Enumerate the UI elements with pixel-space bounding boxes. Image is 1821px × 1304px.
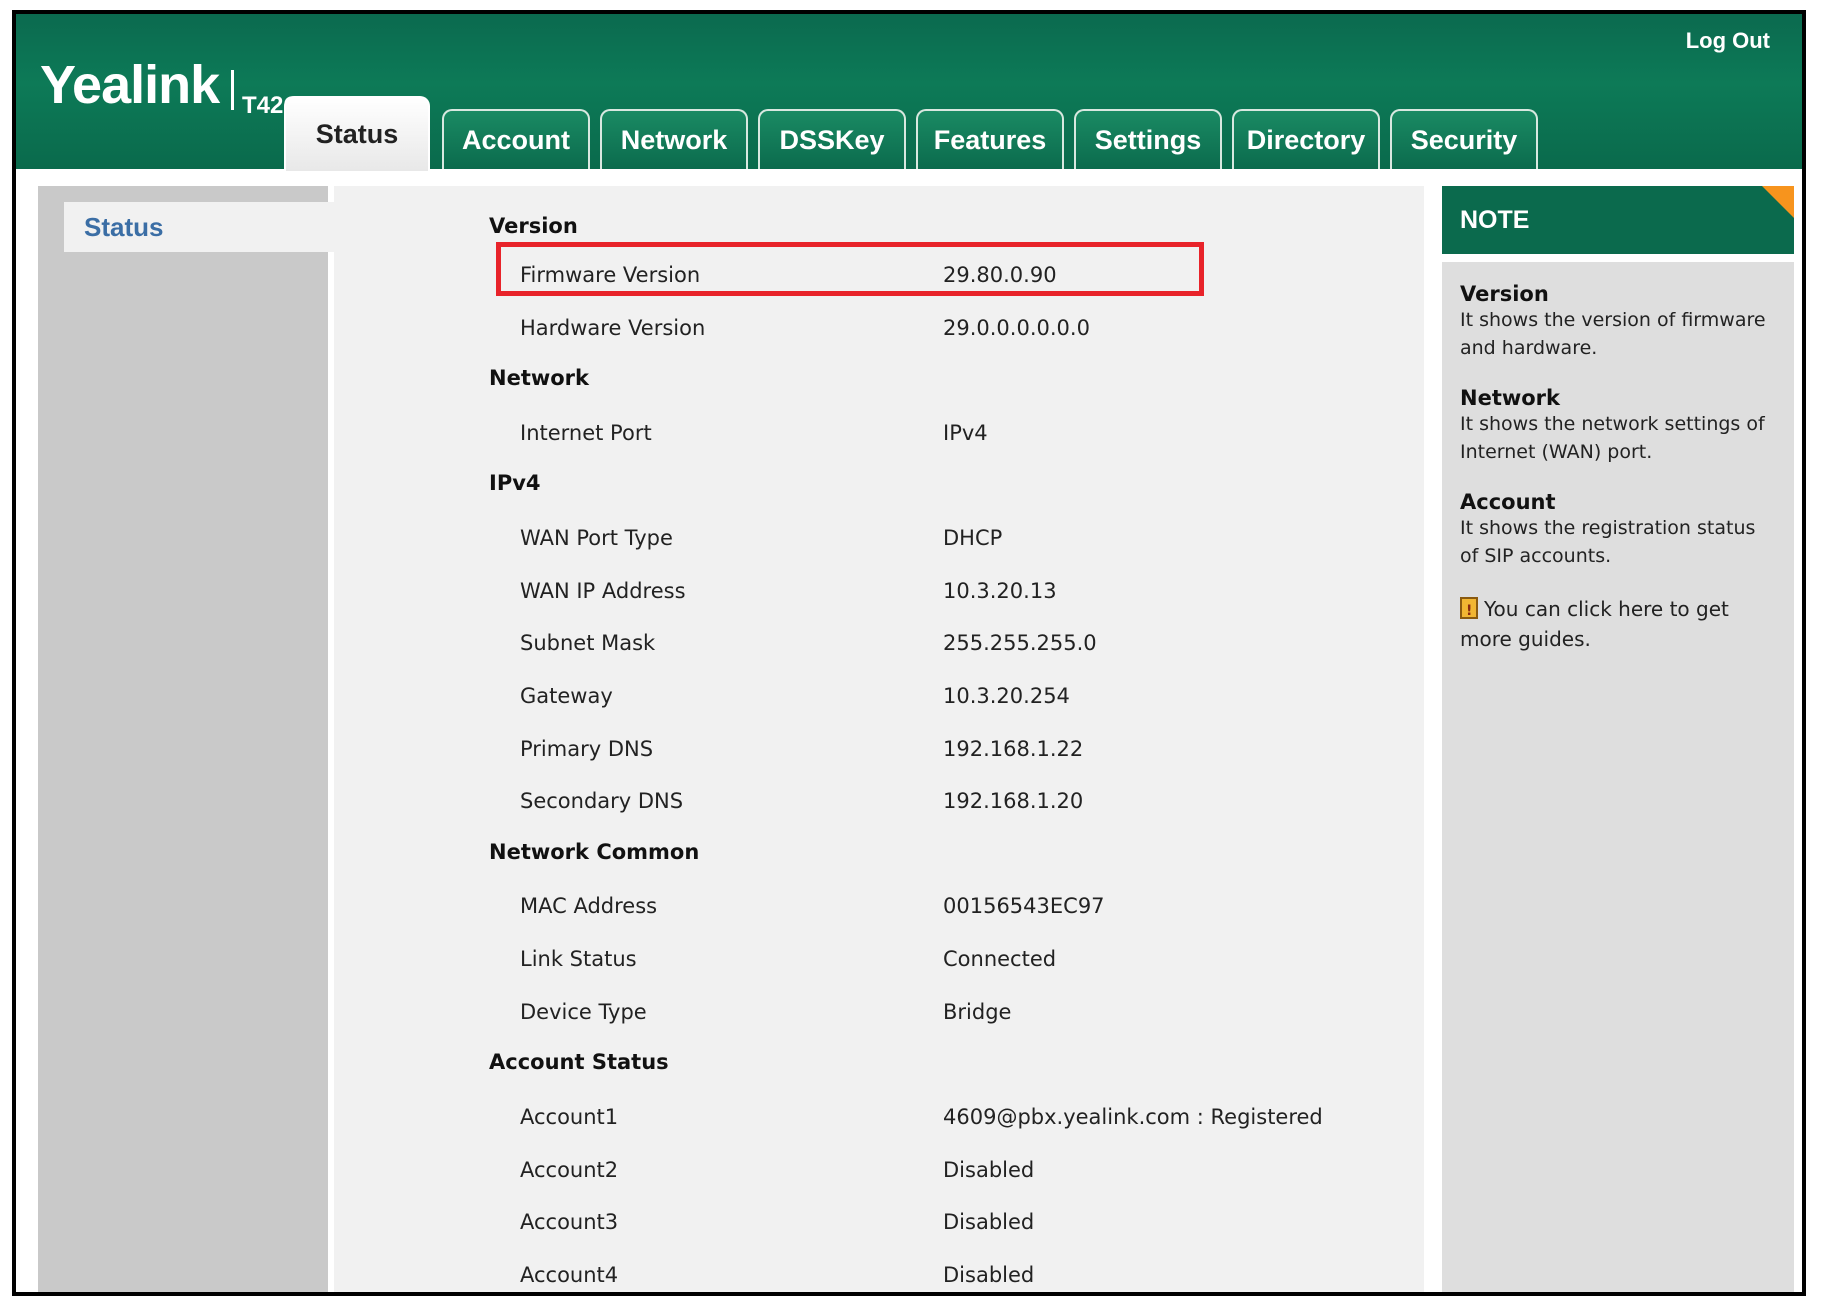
account3-label: Account3 (520, 1210, 619, 1234)
section-account-status: Account Status (489, 1050, 669, 1074)
tab-account[interactable]: Account (442, 109, 590, 169)
section-version: Version (489, 214, 578, 238)
main-tabs: Status Account Network DSSKey Features S… (16, 14, 1802, 171)
device-type-label: Device Type (520, 1000, 647, 1024)
section-ipv4: IPv4 (489, 471, 541, 495)
tab-status[interactable]: Status (284, 96, 430, 171)
wan-ip-label: WAN IP Address (520, 579, 686, 603)
hardware-version-label: Hardware Version (520, 316, 706, 340)
note-text: It shows the version of firmware and har… (1460, 309, 1766, 359)
account1-value: 4609@pbx.yealink.com : Registered (943, 1105, 1323, 1129)
link-status-label: Link Status (520, 947, 637, 971)
guide-link-text[interactable]: You can click here to get more guides. (1460, 597, 1729, 651)
guide-link[interactable]: You can click here to get more guides. (1460, 594, 1776, 654)
link-status-value: Connected (943, 947, 1057, 971)
mac-address-label: MAC Address (520, 894, 658, 918)
account2-value: Disabled (943, 1158, 1035, 1182)
tab-directory[interactable]: Directory (1232, 109, 1380, 169)
sidebar-item-status[interactable]: Status (64, 202, 339, 252)
subnet-mask-value: 255.255.255.0 (943, 631, 1097, 655)
section-network: Network (489, 366, 590, 390)
secondary-dns-value: 192.168.1.20 (943, 789, 1084, 813)
note-text: It shows the registration status of SIP … (1460, 517, 1756, 567)
tab-security[interactable]: Security (1390, 109, 1538, 169)
tab-network[interactable]: Network (600, 109, 748, 169)
primary-dns-label: Primary DNS (520, 737, 654, 761)
guide-book-icon (1460, 596, 1478, 626)
status-content: Version Firmware Version 29.80.0.90 Hard… (334, 186, 1424, 1292)
secondary-dns-label: Secondary DNS (520, 789, 684, 813)
subnet-mask-label: Subnet Mask (520, 631, 656, 655)
gateway-label: Gateway (520, 684, 613, 708)
note-title: Network (1460, 386, 1561, 410)
note-block-account: Account It shows the registration status… (1460, 490, 1776, 570)
gateway-value: 10.3.20.254 (943, 684, 1070, 708)
wan-port-type-value: DHCP (943, 526, 1003, 550)
account1-label: Account1 (520, 1105, 619, 1129)
firmware-highlight-box (496, 242, 1204, 296)
note-header: NOTE (1442, 186, 1794, 254)
note-block-version: Version It shows the version of firmware… (1460, 282, 1776, 362)
wan-ip-value: 10.3.20.13 (943, 579, 1057, 603)
note-block-network: Network It shows the network settings of… (1460, 386, 1776, 466)
left-sidebar (38, 186, 328, 1292)
primary-dns-value: 192.168.1.22 (943, 737, 1084, 761)
section-network-common: Network Common (489, 840, 700, 864)
wan-port-type-label: WAN Port Type (520, 526, 673, 550)
hardware-version-value: 29.0.0.0.0.0.0 (943, 316, 1090, 340)
account4-label: Account4 (520, 1263, 619, 1287)
internet-port-label: Internet Port (520, 421, 652, 445)
account2-label: Account2 (520, 1158, 619, 1182)
note-body: Version It shows the version of firmware… (1442, 262, 1794, 1292)
note-text: It shows the network settings of Interne… (1460, 413, 1765, 463)
note-title: Version (1460, 282, 1549, 306)
account4-value: Disabled (943, 1263, 1035, 1287)
tab-features[interactable]: Features (916, 109, 1064, 169)
account3-value: Disabled (943, 1210, 1035, 1234)
mac-address-value: 00156543EC97 (943, 894, 1105, 918)
browser-frame: Yealink T42G Log Out Status Account Netw… (12, 10, 1806, 1296)
tab-settings[interactable]: Settings (1074, 109, 1222, 169)
note-title: Account (1460, 490, 1556, 514)
internet-port-value: IPv4 (943, 421, 988, 445)
tab-dsskey[interactable]: DSSKey (758, 109, 906, 169)
note-corner-tab (1762, 186, 1794, 218)
device-type-value: Bridge (943, 1000, 1012, 1024)
